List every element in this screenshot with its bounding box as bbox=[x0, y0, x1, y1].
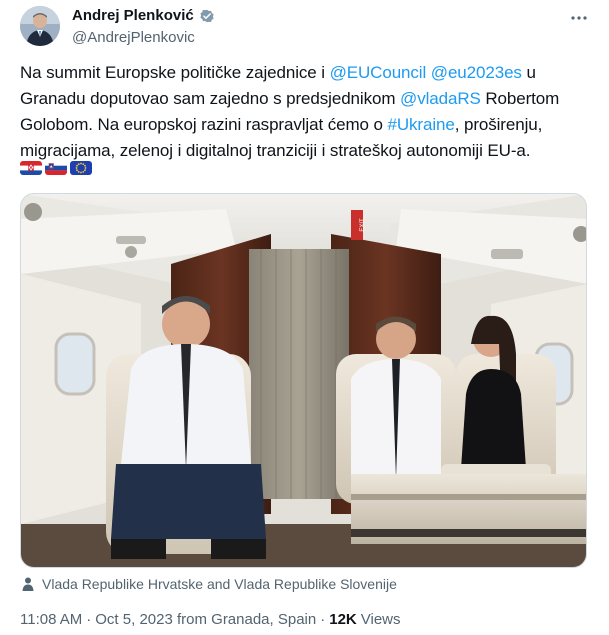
avatar[interactable] bbox=[20, 6, 60, 46]
verified-badge-icon[interactable] bbox=[198, 7, 216, 25]
person-icon bbox=[20, 576, 36, 592]
mention-link[interactable]: @vladaRS bbox=[400, 89, 481, 108]
display-name[interactable]: Andrej Plenković bbox=[72, 6, 194, 26]
more-options-icon[interactable] bbox=[569, 8, 589, 28]
croatia-flag-icon bbox=[20, 161, 42, 175]
tweet-text: Na summit Europske političke zajednice i… bbox=[20, 60, 592, 164]
tweet: Andrej Plenković @AndrejPlenkovic Na sum… bbox=[0, 0, 609, 635]
mention-link[interactable]: @eu2023es bbox=[431, 63, 522, 82]
mention-link[interactable]: @EUCouncil bbox=[330, 63, 427, 82]
tweet-meta: 11:08 AM · Oct 5, 2023 from Granada, Spa… bbox=[20, 610, 401, 630]
meta-separator: · bbox=[320, 611, 326, 628]
hashtag-link[interactable]: #Ukraine bbox=[387, 115, 454, 134]
caption-text: Vlada Republike Hrvatske and Vlada Repub… bbox=[42, 576, 397, 592]
views-count[interactable]: 12K bbox=[329, 610, 357, 630]
name-row: Andrej Plenković bbox=[72, 6, 216, 26]
tweet-time[interactable]: 11:08 AM bbox=[20, 610, 82, 630]
photo-caption: Vlada Republike Hrvatske and Vlada Repub… bbox=[20, 575, 397, 593]
eu-flag-icon bbox=[70, 161, 92, 175]
slovenia-flag-icon bbox=[45, 161, 67, 175]
tweet-photo[interactable]: EXIT bbox=[20, 193, 587, 568]
views-label: Views bbox=[360, 611, 401, 628]
meta-separator: · bbox=[86, 611, 92, 628]
author-block: Andrej Plenković @AndrejPlenkovic bbox=[72, 6, 216, 48]
tweet-text-segment: Na summit Europske političke zajednice i bbox=[20, 63, 330, 82]
tweet-date[interactable]: Oct 5, 2023 from Granada, Spain bbox=[95, 610, 316, 630]
exit-sign: EXIT bbox=[360, 218, 366, 232]
handle[interactable]: @AndrejPlenkovic bbox=[72, 28, 216, 48]
flag-emojis bbox=[20, 161, 92, 175]
